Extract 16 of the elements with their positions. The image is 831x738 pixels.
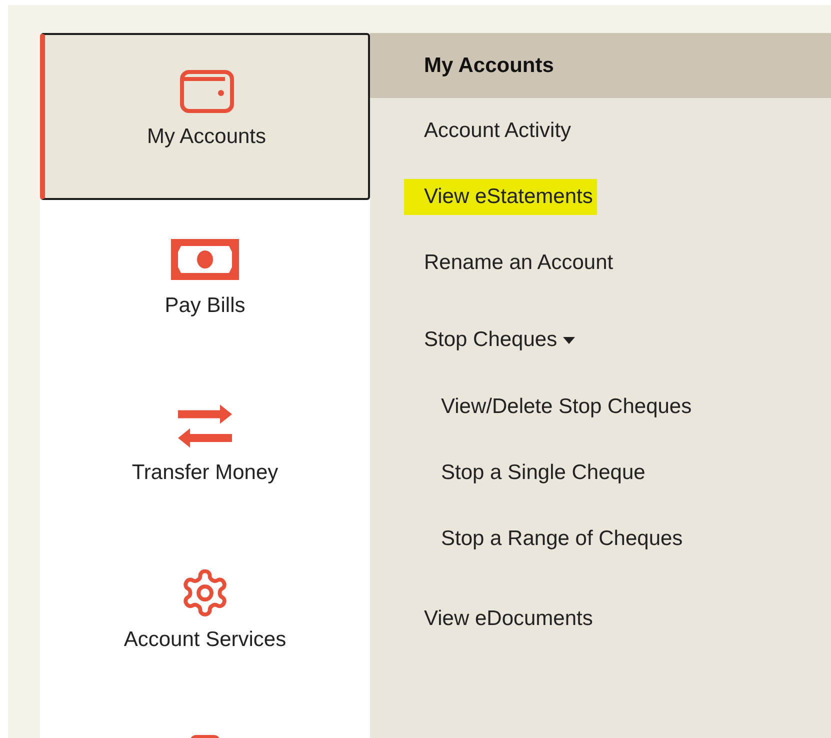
sidebar-label: Transfer Money bbox=[132, 461, 278, 485]
sidebar-label: Account Services bbox=[124, 628, 286, 652]
menu-link[interactable]: Stop Cheques bbox=[424, 324, 576, 356]
submenu-link[interactable]: View/Delete Stop Cheques bbox=[441, 391, 692, 423]
submenu-link[interactable]: Stop a Single Cheque bbox=[441, 457, 646, 489]
menu-link[interactable]: View eStatements bbox=[404, 179, 597, 215]
sidebar-label: Pay Bills bbox=[164, 294, 246, 318]
menu-link[interactable]: Rename an Account bbox=[424, 247, 614, 279]
menu-link[interactable]: View eDocuments bbox=[424, 603, 593, 635]
sidebar-item[interactable]: My Accounts bbox=[40, 33, 370, 200]
banknote-icon bbox=[171, 238, 239, 280]
swap-arrows-icon bbox=[177, 404, 233, 448]
submenu-title: My Accounts bbox=[424, 54, 554, 78]
sidebar-label: My Accounts bbox=[146, 125, 266, 149]
submenu-link[interactable]: Stop a Range of Cheques bbox=[441, 523, 683, 555]
menu-link[interactable]: Account Activity bbox=[424, 115, 572, 147]
